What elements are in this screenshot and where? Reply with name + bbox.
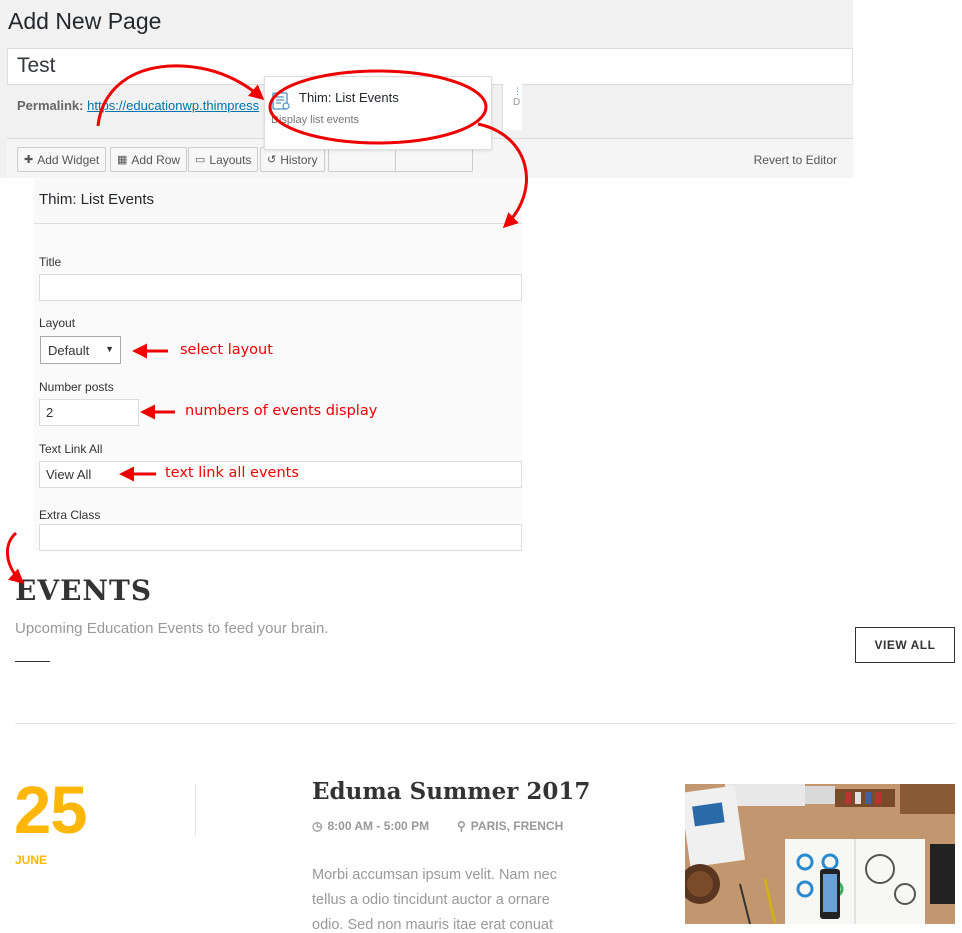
arrow-to-preview xyxy=(6,531,25,584)
arrow-to-widget-icon xyxy=(96,64,265,127)
arrow-to-form xyxy=(477,122,528,229)
annotation-arrows-overlay xyxy=(6,64,528,584)
highlight-ellipse xyxy=(268,69,488,145)
